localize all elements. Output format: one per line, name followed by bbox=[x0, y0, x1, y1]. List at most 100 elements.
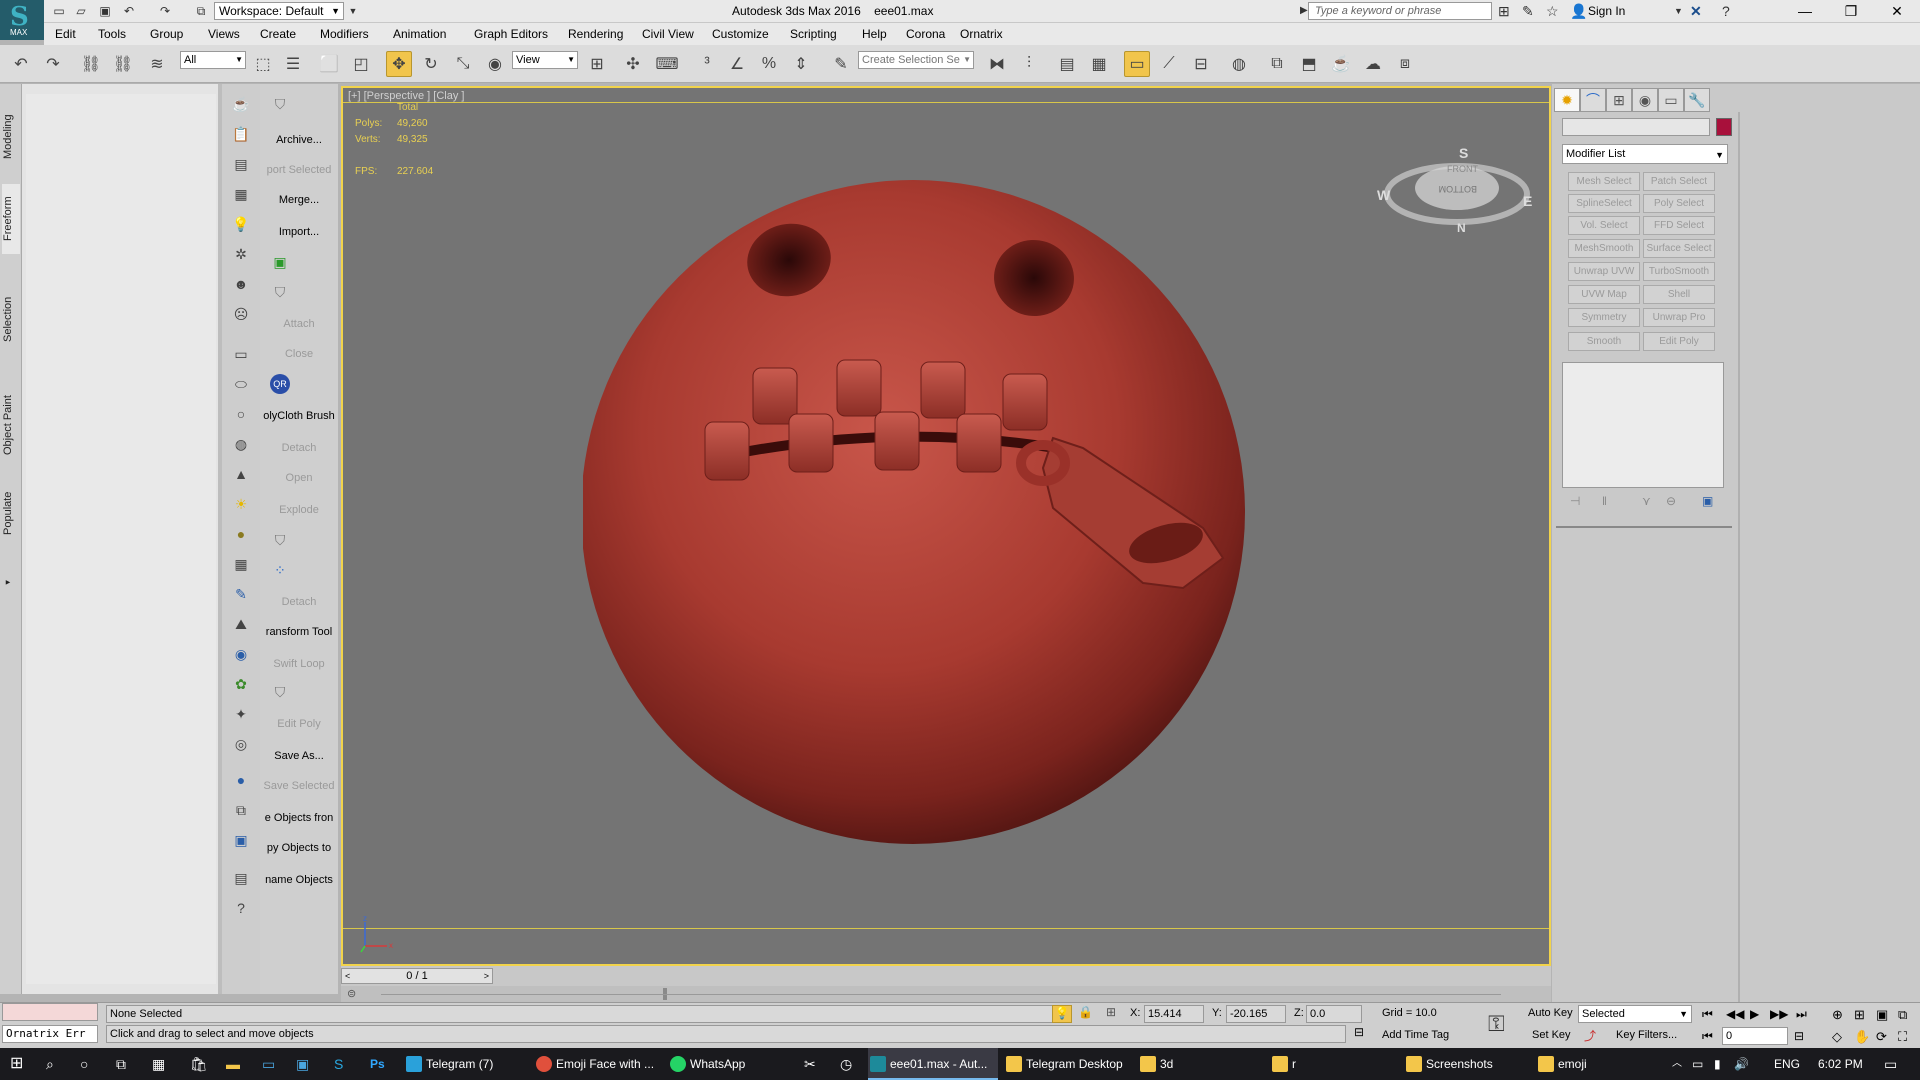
taskbar-folder-3d[interactable]: 3d bbox=[1138, 1048, 1268, 1080]
plane-icon[interactable]: ▭ bbox=[229, 342, 253, 366]
modifier-vol-select-button[interactable]: Vol. Select bbox=[1568, 216, 1640, 235]
detach-button[interactable]: Detach bbox=[260, 436, 338, 460]
menu-civil-view[interactable]: Civil View bbox=[642, 27, 694, 41]
prev-frame-icon[interactable]: ◀◀ bbox=[1726, 1007, 1744, 1021]
view-cube[interactable]: FRONT BOTTOM S W E N bbox=[1373, 128, 1533, 238]
open-file-icon[interactable]: ▱ bbox=[72, 3, 90, 19]
edit-named-selection-icon[interactable]: ✎ bbox=[828, 51, 854, 77]
rectangular-selection-icon[interactable]: ⬜ bbox=[316, 51, 342, 77]
file-explorer-icon[interactable]: ▬ bbox=[226, 1048, 240, 1080]
absolute-mode-icon[interactable]: ⊞ bbox=[1106, 1005, 1116, 1019]
render-setup-icon[interactable]: ⧉ bbox=[1264, 51, 1290, 77]
selection-set-dropdown[interactable]: Create Selection Se ▼ bbox=[858, 51, 974, 69]
maxscript-error-field[interactable]: Ornatrix Err bbox=[2, 1025, 98, 1043]
merge-button[interactable]: Merge... bbox=[260, 188, 338, 212]
export-selected-button[interactable]: port Selected bbox=[260, 158, 338, 182]
create-tab-icon[interactable]: ✹ bbox=[1554, 88, 1580, 112]
render-in-cloud-icon[interactable]: ⧈ bbox=[1392, 51, 1418, 77]
select-by-name-icon[interactable]: ☰ bbox=[280, 51, 306, 77]
input-language[interactable]: ENG bbox=[1774, 1048, 1800, 1080]
globe-icon[interactable]: ◉ bbox=[229, 642, 253, 666]
menu-create[interactable]: Create bbox=[260, 27, 296, 41]
spider-icon[interactable]: ✲ bbox=[229, 242, 253, 266]
detach-second-button[interactable]: Detach bbox=[260, 590, 338, 614]
modifier-mesh-select-button[interactable]: Mesh Select bbox=[1568, 172, 1640, 191]
grass-icon[interactable]: ✿ bbox=[229, 672, 253, 696]
zoom-all-icon[interactable]: ⊞ bbox=[1854, 1007, 1865, 1023]
modifier-shell-button[interactable]: Shell bbox=[1643, 285, 1715, 304]
goto-end-icon[interactable]: ⏭ bbox=[1796, 1007, 1807, 1022]
pivot-center-icon[interactable]: ⊞ bbox=[584, 51, 610, 77]
panel-splitter[interactable] bbox=[1738, 112, 1740, 1002]
object-name-field[interactable] bbox=[1562, 118, 1710, 136]
menu-group[interactable]: Group bbox=[150, 27, 183, 41]
z-coord-field[interactable]: 0.0 bbox=[1306, 1005, 1362, 1023]
search-icon[interactable]: ⌕ bbox=[46, 1048, 54, 1080]
sun-icon[interactable]: ☀ bbox=[229, 492, 253, 516]
modify-tab-icon[interactable]: ⌒ bbox=[1580, 88, 1606, 112]
exchange-apps-icon[interactable]: ✕ bbox=[1690, 3, 1702, 19]
link-icon[interactable]: ⛓ bbox=[78, 51, 104, 77]
taskbar-folder-emoji[interactable]: emoji bbox=[1536, 1048, 1666, 1080]
modifier-uvw-map-button[interactable]: UVW Map bbox=[1568, 285, 1640, 304]
set-key-button[interactable]: Set Key bbox=[1532, 1029, 1571, 1041]
mini-curve-editor-icon[interactable]: ⊜ bbox=[347, 987, 356, 1000]
user-icon[interactable]: 👤 bbox=[1570, 3, 1587, 19]
taskbar-telegram-desktop[interactable]: Telegram Desktop bbox=[1004, 1048, 1138, 1080]
zoom-extents-all-icon[interactable]: ⧉ bbox=[1898, 1007, 1907, 1023]
calculator-icon[interactable]: ▦ bbox=[152, 1048, 165, 1080]
ribbon-expand-icon[interactable]: ◂ bbox=[2, 572, 20, 592]
keyboard-shortcut-icon[interactable]: ⌨ bbox=[654, 51, 680, 77]
field-of-view-icon[interactable]: ◇ bbox=[1832, 1029, 1842, 1045]
key-filters-button[interactable]: Key Filters... bbox=[1616, 1029, 1677, 1041]
mountain-icon[interactable]: ⛰ bbox=[229, 612, 253, 636]
angle-snap-icon[interactable]: ∠ bbox=[724, 51, 750, 77]
isolate-selection-icon[interactable]: 💡 bbox=[1052, 1005, 1072, 1023]
help-icon[interactable]: ? bbox=[1722, 3, 1730, 19]
lightbulb-icon[interactable]: 💡 bbox=[229, 212, 253, 236]
archive-button[interactable]: Archive... bbox=[260, 128, 338, 152]
skype-icon[interactable]: S bbox=[334, 1048, 343, 1080]
place-icon[interactable]: ◉ bbox=[482, 51, 508, 77]
modifier-smooth-button[interactable]: Smooth bbox=[1568, 332, 1640, 351]
unlink-icon[interactable]: ⛓ bbox=[110, 51, 136, 77]
key-mode-dropdown[interactable]: Selected ▼ bbox=[1578, 1005, 1692, 1023]
tab-modeling[interactable]: Modeling bbox=[2, 102, 20, 172]
show-end-result-icon[interactable]: ‖ bbox=[1602, 494, 1607, 508]
snaps-toggle-icon[interactable]: ³ bbox=[694, 51, 720, 77]
viewport-label[interactable]: [+] [Perspective ] [Clay ] bbox=[348, 90, 464, 102]
open-command-button[interactable]: Open bbox=[260, 466, 338, 490]
close-command-button[interactable]: Close bbox=[260, 342, 338, 366]
menu-edit[interactable]: Edit bbox=[55, 27, 76, 41]
percent-snap-icon[interactable]: % bbox=[756, 51, 782, 77]
cortana-icon[interactable]: ○ bbox=[80, 1048, 88, 1080]
mask-icon[interactable]: ☹ bbox=[229, 302, 253, 326]
taskbar-folder-screenshots[interactable]: Screenshots bbox=[1404, 1048, 1534, 1080]
select-object-icon[interactable]: ⬚ bbox=[250, 51, 276, 77]
taskbar-telegram[interactable]: Telegram (7) bbox=[404, 1048, 526, 1080]
rendered-frame-window-icon[interactable]: ⬒ bbox=[1296, 51, 1322, 77]
modifier-stack[interactable] bbox=[1562, 362, 1724, 488]
remove-modifier-icon[interactable]: ⊖ bbox=[1666, 494, 1676, 508]
edit-poly-button[interactable]: Edit Poly bbox=[260, 712, 338, 736]
network-icon[interactable]: ▭ bbox=[1692, 1048, 1703, 1080]
ring-icon[interactable]: ◍ bbox=[229, 432, 253, 456]
save-selected-button[interactable]: Save Selected bbox=[260, 774, 338, 798]
object-color-swatch[interactable] bbox=[1716, 118, 1732, 136]
toggle-ribbon-icon[interactable]: ▭ bbox=[1124, 51, 1150, 77]
list-icon[interactable]: ▤ bbox=[229, 152, 253, 176]
spinner-snap-icon[interactable]: ⇕ bbox=[788, 51, 814, 77]
modifier-meshsmooth-button[interactable]: MeshSmooth bbox=[1568, 239, 1640, 258]
zoom-extents-icon[interactable]: ▣ bbox=[1876, 1007, 1888, 1023]
help-circle-icon[interactable]: ? bbox=[229, 896, 253, 920]
selection-filter-dropdown[interactable]: All ▼ bbox=[180, 51, 246, 69]
menu-corona[interactable]: Corona bbox=[906, 27, 945, 41]
transform-tool-button[interactable]: ransform Tool bbox=[260, 620, 338, 644]
menu-ornatrix[interactable]: Ornatrix bbox=[960, 27, 1003, 41]
menu-scripting[interactable]: Scripting bbox=[790, 27, 837, 41]
green-image-icon[interactable]: ▣ bbox=[270, 252, 290, 272]
copy-objects-to-button[interactable]: py Objects to bbox=[260, 836, 338, 860]
key-mode-toggle-icon[interactable]: ⏮ bbox=[1702, 1029, 1713, 1044]
perspective-viewport[interactable]: [+] [Perspective ] [Clay ] Total Polys: … bbox=[341, 86, 1551, 966]
attach-button[interactable]: Attach bbox=[260, 312, 338, 336]
